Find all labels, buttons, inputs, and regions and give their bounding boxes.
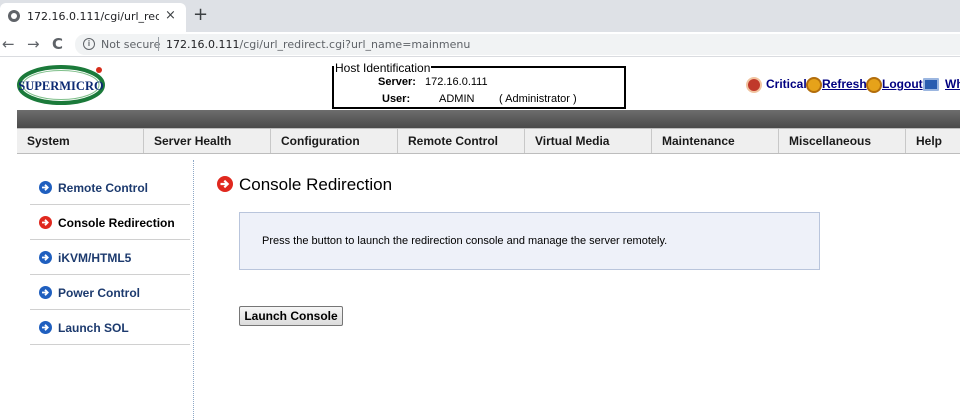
logo-text: SUPERMICRO xyxy=(18,79,104,93)
server-label: Server: xyxy=(378,76,416,88)
supermicro-logo: SUPERMICRO xyxy=(17,64,105,106)
browser-toolbar: ← → C i Not secure 172.16.0.111/cgi/url_… xyxy=(0,32,960,57)
sidebar-item-console-redirection[interactable]: Console Redirection xyxy=(30,205,190,240)
sidebar-divider xyxy=(193,160,194,420)
info-panel: Press the button to launch the redirecti… xyxy=(239,212,820,270)
arrow-right-blue-icon xyxy=(39,251,52,264)
logout-label: Logout xyxy=(882,77,923,91)
monitor-label: Wh xyxy=(945,77,960,91)
refresh-label: Refresh xyxy=(822,77,867,91)
sidebar-item-label: Launch SOL xyxy=(58,321,129,335)
url-host: 172.16.0.111 xyxy=(166,38,240,51)
critical-icon xyxy=(746,77,762,93)
arrow-right-blue-icon xyxy=(39,181,52,194)
url-path: /cgi/url_redirect.cgi?url_name=mainmenu xyxy=(239,38,471,51)
user-role: ( Administrator ) xyxy=(499,93,577,105)
sidebar-item-launch-sol[interactable]: Launch SOL xyxy=(30,310,190,345)
user-value: ADMIN xyxy=(439,93,475,105)
page-title: Console Redirection xyxy=(239,175,393,194)
refresh-icon xyxy=(806,77,822,93)
browser-tab-bar: 172.16.0.111/cgi/url_redirect.cgi? × + xyxy=(0,0,960,32)
not-secure-label: Not secure xyxy=(101,38,161,51)
host-identification-legend: Host Identification xyxy=(334,61,432,75)
address-bar[interactable]: i Not secure 172.16.0.111/cgi/url_redire… xyxy=(75,34,960,55)
menu-help[interactable]: Help xyxy=(906,129,960,153)
info-icon[interactable]: i xyxy=(83,38,95,50)
menu-virtual-media[interactable]: Virtual Media xyxy=(525,129,652,153)
user-label: User: xyxy=(382,93,411,105)
sidebar-item-label: iKVM/HTML5 xyxy=(58,251,132,265)
sidebar-item-remote-control[interactable]: Remote Control xyxy=(30,170,190,205)
arrow-right-blue-icon xyxy=(39,321,52,334)
arrow-right-red-icon xyxy=(39,216,52,229)
browser-tab[interactable]: 172.16.0.111/cgi/url_redirect.cgi? × xyxy=(0,3,186,32)
menu-server-health[interactable]: Server Health xyxy=(144,129,271,153)
logout-icon xyxy=(866,77,882,93)
menu-maintenance[interactable]: Maintenance xyxy=(652,129,779,153)
host-identification-box: Host Identification Server: 172.16.0.111… xyxy=(332,61,626,109)
main-menu: System Server Health Configuration Remot… xyxy=(17,128,960,154)
forward-button[interactable]: → xyxy=(27,35,40,53)
sidebar-item-label: Console Redirection xyxy=(58,216,175,230)
tab-title: 172.16.0.111/cgi/url_redirect.cgi? xyxy=(27,10,159,23)
menu-miscellaneous[interactable]: Miscellaneous xyxy=(779,129,906,153)
back-button[interactable]: ← xyxy=(2,35,15,53)
url-separator xyxy=(158,37,159,51)
sidebar-item-label: Power Control xyxy=(58,286,141,300)
new-tab-button[interactable]: + xyxy=(193,4,208,25)
sidebar-item-power-control[interactable]: Power Control xyxy=(30,275,190,310)
sidebar-item-ikvm-html5[interactable]: iKVM/HTML5 xyxy=(30,240,190,275)
reload-button[interactable]: C xyxy=(52,35,63,53)
supermicro-logo-graphic: SUPERMICRO xyxy=(17,65,105,105)
launch-console-button[interactable]: Launch Console xyxy=(239,306,343,326)
menu-system[interactable]: System xyxy=(17,129,144,153)
url-text[interactable]: 172.16.0.111/cgi/url_redirect.cgi?url_na… xyxy=(166,38,470,51)
info-text: Press the button to launch the redirecti… xyxy=(262,235,668,247)
close-tab-icon[interactable]: × xyxy=(165,8,176,23)
critical-label: Critical xyxy=(766,77,807,91)
globe-icon xyxy=(8,10,20,22)
monitor-icon xyxy=(923,78,939,91)
menu-configuration[interactable]: Configuration xyxy=(271,129,398,153)
menu-band xyxy=(17,110,960,128)
server-value: 172.16.0.111 xyxy=(425,76,488,88)
sidebar-item-label: Remote Control xyxy=(58,181,148,195)
arrow-right-red-icon xyxy=(217,176,233,192)
arrow-right-blue-icon xyxy=(39,286,52,299)
menu-remote-control[interactable]: Remote Control xyxy=(398,129,525,153)
